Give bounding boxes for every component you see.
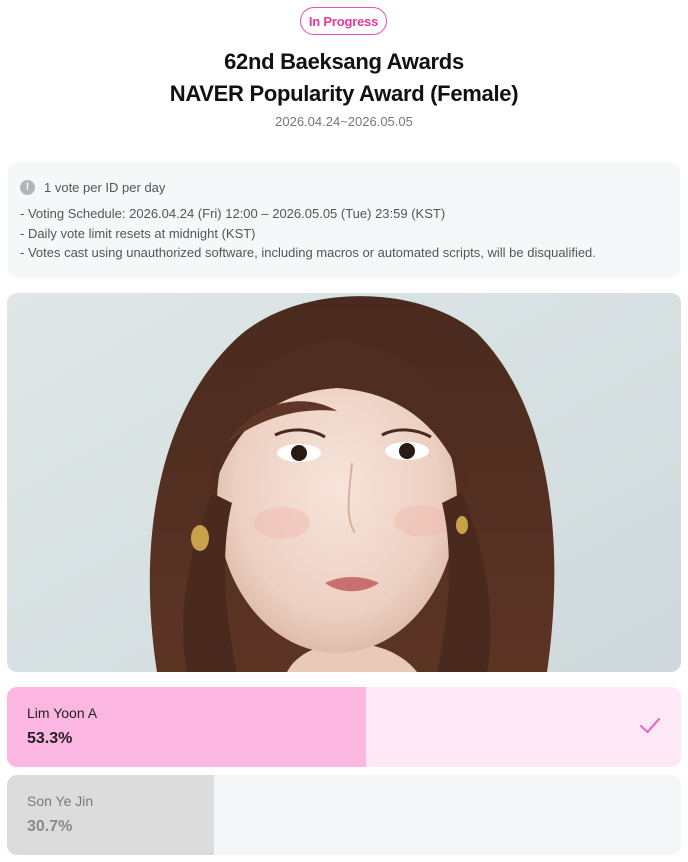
notice-headline-row: ! 1 vote per ID per day: [20, 178, 668, 196]
vote-share-bar: [7, 775, 214, 855]
info-icon: !: [20, 179, 35, 195]
title-line-category: NAVER Popularity Award (Female): [169, 81, 519, 106]
vote-share-bar: [7, 687, 367, 767]
notice-headline: 1 vote per ID per day: [44, 179, 166, 195]
notice-box: ! 1 vote per ID per day - Voting Schedul…: [8, 162, 680, 278]
vote-period: 2026.04.24~2026.05.05: [275, 114, 413, 129]
candidate-option-son-ye-jin[interactable]: Son Ye Jin 30.7%: [7, 775, 681, 855]
candidate-name: Son Ye Jin: [27, 793, 94, 809]
check-icon: [639, 717, 661, 734]
notice-schedule: - Voting Schedule: 2026.04.24 (Fri) 12:0…: [20, 206, 446, 221]
candidate-photo: [7, 293, 681, 672]
page-title: 62nd Baeksang Awards NAVER Popularity Aw…: [0, 46, 688, 110]
candidate-percent: 53.3%: [27, 730, 73, 747]
title-line-award: 62nd Baeksang Awards: [224, 49, 464, 74]
candidate-option-lim-yoon-a[interactable]: Lim Yoon A 53.3%: [7, 687, 681, 767]
notice-disqualify: - Votes cast using unauthorized software…: [20, 245, 596, 260]
notice-reset: - Daily vote limit resets at midnight (K…: [20, 225, 256, 241]
candidate-percent: 30.7%: [27, 818, 73, 835]
candidate-name: Lim Yoon A: [27, 705, 98, 721]
status-badge: In Progress: [300, 7, 387, 35]
